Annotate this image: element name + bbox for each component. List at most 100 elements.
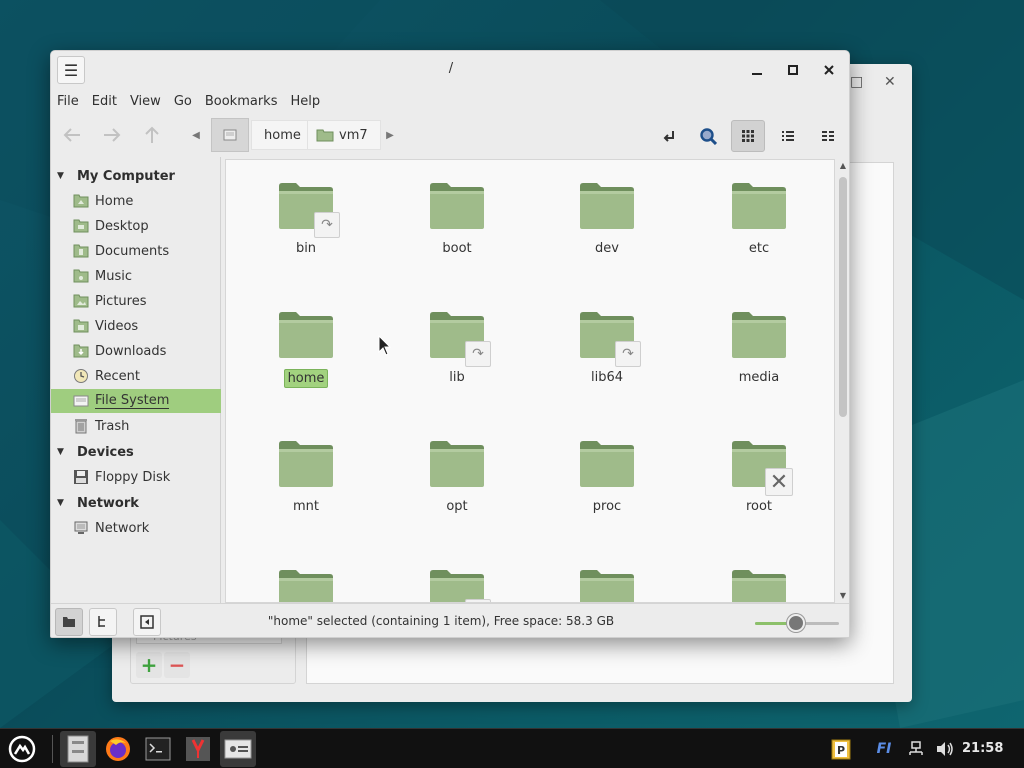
show-tree-button[interactable] bbox=[89, 608, 117, 636]
menu-file[interactable]: File bbox=[57, 94, 79, 109]
folder-item-boot[interactable]: boot bbox=[407, 168, 507, 278]
list-view-button[interactable] bbox=[771, 120, 805, 152]
toggle-location-button[interactable] bbox=[651, 120, 685, 152]
taskbar-file-manager[interactable] bbox=[60, 731, 96, 767]
folder-item[interactable] bbox=[256, 555, 356, 602]
menu-edit[interactable]: Edit bbox=[92, 94, 117, 109]
folder-item-root[interactable]: ✕ root bbox=[709, 426, 809, 536]
menu-bookmarks[interactable]: Bookmarks bbox=[205, 94, 278, 109]
sidebar-item-home[interactable]: Home bbox=[51, 189, 221, 213]
sidebar-item-floppy-disk[interactable]: Floppy Disk bbox=[51, 465, 221, 489]
sidebar-item-music[interactable]: Music bbox=[51, 264, 221, 288]
file-manager-window[interactable]: ☰ / File Edit View Go Bookmarks Help ◀ home v… bbox=[50, 50, 850, 638]
folder-item-mnt[interactable]: mnt bbox=[256, 426, 356, 536]
menu-go[interactable]: Go bbox=[174, 94, 192, 109]
folder-item-media[interactable]: media bbox=[709, 297, 809, 407]
sidebar-item-file-system[interactable]: File System bbox=[51, 389, 221, 413]
sidebar-section-my-computer[interactable]: ▼ My Computer bbox=[57, 165, 175, 187]
sidebar-item-videos[interactable]: Videos bbox=[51, 314, 221, 338]
remove-button[interactable]: − bbox=[164, 652, 190, 678]
back-button[interactable] bbox=[57, 120, 87, 150]
expander-icon[interactable]: ▼ bbox=[57, 498, 69, 508]
add-button[interactable]: + bbox=[136, 652, 162, 678]
folder-item-opt[interactable]: opt bbox=[407, 426, 507, 536]
sidebar-item-downloads[interactable]: Downloads bbox=[51, 339, 221, 363]
folder-music-icon bbox=[73, 269, 89, 283]
titlebar[interactable]: ☰ / bbox=[51, 51, 849, 89]
sidebar-item-recent[interactable]: Recent bbox=[51, 364, 221, 388]
taskbar-app-red[interactable] bbox=[180, 731, 216, 767]
sidebar-item-desktop[interactable]: Desktop bbox=[51, 214, 221, 238]
breadcrumb-vm7-label: vm7 bbox=[339, 127, 368, 143]
sidebar-section-devices[interactable]: ▼ Devices bbox=[57, 441, 134, 463]
folder-item-lib64[interactable]: ↷ lib64 bbox=[557, 297, 657, 407]
folder-item-proc[interactable]: proc bbox=[557, 426, 657, 536]
sidebar-item-label: Network bbox=[95, 520, 150, 536]
up-button[interactable] bbox=[137, 120, 167, 150]
scroll-up-icon[interactable]: ▲ bbox=[837, 159, 849, 171]
breadcrumb-root-button[interactable] bbox=[211, 118, 249, 152]
maximize-icon bbox=[788, 65, 798, 75]
folder-item-home[interactable]: home bbox=[256, 297, 356, 407]
minimize-button[interactable] bbox=[743, 56, 771, 84]
sidebar-section-network[interactable]: ▼ Network bbox=[57, 492, 139, 514]
network-icon bbox=[73, 521, 89, 535]
menu-help[interactable]: Help bbox=[290, 94, 320, 109]
scrollbar[interactable]: ▲ ▼ bbox=[837, 159, 849, 603]
breadcrumb-left-button[interactable]: ◀ bbox=[181, 120, 211, 150]
folder-icon bbox=[579, 182, 635, 232]
maximize-button[interactable] bbox=[779, 56, 807, 84]
maximize-icon[interactable]: □ bbox=[850, 74, 863, 90]
breadcrumb-home[interactable]: home bbox=[251, 120, 314, 150]
taskbar-terminal[interactable] bbox=[140, 731, 176, 767]
taskbar-settings[interactable] bbox=[220, 731, 256, 767]
folder-item[interactable]: ↷ bbox=[407, 555, 507, 602]
clock[interactable]: 21:58 bbox=[962, 741, 1003, 756]
start-menu-button[interactable] bbox=[4, 731, 40, 767]
keyboard-layout-indicator[interactable]: FI bbox=[872, 737, 896, 761]
parcellite-icon[interactable]: P bbox=[830, 737, 852, 761]
compact-view-button[interactable] bbox=[811, 120, 845, 152]
scroll-thumb[interactable] bbox=[839, 177, 847, 417]
folder-icon bbox=[278, 569, 334, 602]
sidebar-item-documents[interactable]: Documents bbox=[51, 239, 221, 263]
sidebar-item-trash[interactable]: Trash bbox=[51, 414, 221, 438]
taskbar-firefox[interactable] bbox=[100, 731, 136, 767]
breadcrumb-vm7[interactable]: vm7 bbox=[307, 120, 381, 150]
volume-tray-icon[interactable] bbox=[934, 737, 956, 761]
taskbar-separator bbox=[52, 735, 53, 763]
breadcrumb-right-button[interactable]: ▶ bbox=[375, 120, 405, 150]
folder-item[interactable] bbox=[557, 555, 657, 602]
network-tray-icon[interactable] bbox=[906, 737, 926, 761]
menu-view[interactable]: View bbox=[130, 94, 161, 109]
expander-icon[interactable]: ▼ bbox=[57, 447, 69, 457]
file-grid[interactable]: ↷ bin boot dev etc home ↷ lib ↷ lib64 me… bbox=[225, 159, 835, 603]
scroll-down-icon[interactable]: ▼ bbox=[837, 589, 849, 601]
forward-button[interactable] bbox=[97, 120, 127, 150]
expander-icon[interactable]: ▼ bbox=[57, 171, 69, 181]
sidebar-item-label: Pictures bbox=[95, 293, 147, 309]
folder-item[interactable] bbox=[709, 555, 809, 602]
file-cabinet-icon bbox=[67, 735, 89, 763]
zoom-slider-knob[interactable] bbox=[787, 614, 805, 632]
symlink-emblem-icon: ↷ bbox=[615, 341, 641, 367]
folder-item-dev[interactable]: dev bbox=[557, 168, 657, 278]
folder-icon: ✕ bbox=[731, 440, 793, 496]
back-arrow-icon bbox=[63, 128, 80, 142]
sidebar-item-network[interactable]: Network bbox=[51, 516, 221, 540]
close-icon[interactable]: ✕ bbox=[884, 74, 896, 90]
search-button[interactable] bbox=[691, 120, 725, 152]
close-button[interactable] bbox=[815, 56, 843, 84]
icon-view-button[interactable] bbox=[731, 120, 765, 152]
folder-item-bin[interactable]: ↷ bin bbox=[256, 168, 356, 278]
clipboard-icon: P bbox=[831, 739, 851, 760]
folder-item-lib[interactable]: ↷ lib bbox=[407, 297, 507, 407]
folder-label: boot bbox=[442, 241, 472, 256]
show-places-button[interactable] bbox=[55, 608, 83, 636]
hide-sidebar-button[interactable] bbox=[133, 608, 161, 636]
statusbar: "home" selected (containing 1 item), Fre… bbox=[51, 603, 849, 637]
sidebar-item-pictures[interactable]: Pictures bbox=[51, 289, 221, 313]
volume-icon bbox=[937, 742, 953, 756]
sidebar-item-label: Videos bbox=[95, 318, 139, 334]
folder-item-etc[interactable]: etc bbox=[709, 168, 809, 278]
